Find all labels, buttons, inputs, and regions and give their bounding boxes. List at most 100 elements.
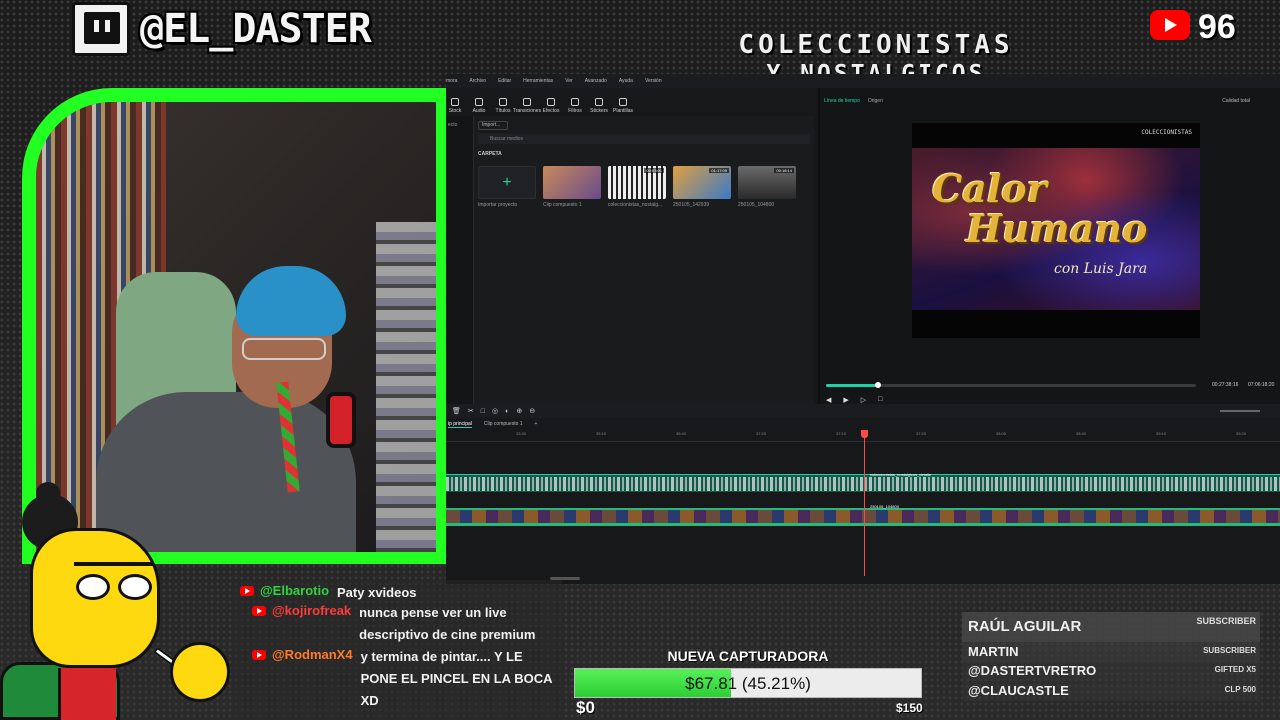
sidebar-item-project[interactable]: ecto: [446, 116, 473, 134]
video-clip-label: 250105_104800: [870, 504, 899, 509]
tab-effects[interactable]: Efectos: [542, 98, 560, 114]
tab-transitions[interactable]: Transiciones: [513, 98, 541, 114]
ruler-tick: 39:20: [1236, 431, 1247, 436]
media-caption: 250105_104800: [738, 202, 775, 208]
editor-menubar: mora Archivo Editar Herramientas Ver Ava…: [446, 74, 1280, 88]
tab-timeline-preview[interactable]: Línea de tiempo: [824, 98, 860, 104]
overlay-clip: [446, 477, 1280, 491]
youtube-logo-icon: [1150, 10, 1190, 40]
cut-icon[interactable]: ✂: [468, 407, 474, 415]
playback-scrubber[interactable]: [874, 382, 881, 388]
chat-panel: @Elbarotio Paty xvideos @kojirofreak nun…: [232, 580, 562, 720]
tab-titles[interactable]: Títulos: [494, 98, 512, 114]
media-search-input[interactable]: Buscar medios: [478, 134, 810, 144]
tab-filters[interactable]: Filtros: [566, 98, 584, 114]
goal-percent: (45.21%): [741, 674, 811, 693]
supporter-name: MARTIN: [968, 644, 1019, 659]
cartoon-shirt: [58, 668, 116, 720]
zoom-in-icon[interactable]: ⊕: [516, 407, 522, 415]
menu-help[interactable]: Ayuda: [619, 78, 633, 84]
preview-watermark: COLECCIONISTAS: [1141, 129, 1192, 136]
timeline-track-video[interactable]: [446, 508, 1280, 526]
youtube-viewer-count: 96: [1198, 8, 1236, 46]
menu-tools[interactable]: Herramientas: [523, 78, 553, 84]
tab-compound-clip[interactable]: Clip compuesto 1: [484, 421, 523, 427]
streamer-blue-hair: [236, 266, 346, 336]
supporter-tag: CLP 500: [1224, 685, 1256, 694]
brand-title-line-1: COLECCIONISTAS: [738, 30, 1014, 60]
goal-progress-bar: $67.81 (45.21%): [574, 668, 922, 698]
preview-title-line-2: Humano: [966, 206, 1148, 251]
cartoon-avatar: [0, 482, 240, 720]
media-shelf: [376, 222, 436, 552]
media-item[interactable]: 01:17:09 250105_142939: [673, 166, 731, 208]
media-thumbnail: 00:18:14: [738, 166, 796, 199]
youtube-icon: [252, 606, 266, 616]
media-duration: 00:18:14: [774, 168, 794, 173]
tab-stock[interactable]: Stock: [446, 98, 464, 114]
stock-icon: [451, 98, 459, 106]
crop-icon[interactable]: □: [481, 408, 485, 415]
import-project-tile[interactable]: + Importar proyecto: [478, 166, 536, 208]
goal-min: $0: [576, 698, 595, 717]
menu-edit[interactable]: Editar: [498, 78, 511, 84]
menu-version[interactable]: Versión: [645, 78, 662, 84]
quality-dropdown[interactable]: Calidad total: [1222, 98, 1250, 104]
overlay-clip-label: coleccionistas_nostalgicos_detalle: [870, 472, 932, 477]
media-item[interactable]: 00:03:01 coleccionistas_nostalg...: [608, 166, 666, 208]
youtube-icon: [252, 650, 266, 660]
stop-icon[interactable]: □: [878, 396, 882, 404]
supporter-tag: GIFTED X5: [1214, 665, 1256, 674]
transitions-icon: [523, 98, 531, 106]
menu-file[interactable]: Archivo: [469, 78, 486, 84]
chat-username: @RodmanX4: [272, 647, 353, 662]
tab-templates[interactable]: Plantillas: [613, 98, 633, 114]
timeline-playhead[interactable]: [861, 430, 868, 576]
timeline-track-overlay[interactable]: [446, 474, 1280, 492]
media-thumbnail: [543, 166, 601, 199]
supporter-tag: SUBSCRIBER: [1203, 646, 1256, 655]
ruler-tick: 37:20: [916, 431, 927, 436]
delete-icon[interactable]: 🗑: [452, 407, 461, 415]
chat-text: nunca pense ver un live descriptivo de c…: [359, 605, 536, 642]
timeline-zoom-slider[interactable]: [1220, 410, 1260, 412]
media-item[interactable]: 00:18:14 250105_104800: [738, 166, 796, 208]
youtube-icon: [240, 586, 254, 596]
supporter-row: MARTIN SUBSCRIBER: [962, 642, 1260, 662]
zoom-out-icon[interactable]: ⊖: [529, 407, 535, 415]
ruler-tick: 38:40: [1076, 431, 1087, 436]
import-button[interactable]: Import...: [478, 120, 508, 130]
color-icon[interactable]: ◐: [505, 408, 509, 415]
menu-app[interactable]: mora: [446, 78, 457, 84]
playback-progress[interactable]: [826, 382, 1196, 388]
glasses: [242, 338, 326, 360]
preview-tabs: Línea de tiempo Origen: [824, 98, 883, 104]
ruler-tick: 36:40: [676, 431, 687, 436]
speed-icon[interactable]: ◎: [492, 407, 498, 415]
play-icon[interactable]: ▶: [843, 396, 848, 404]
next-frame-icon[interactable]: ▷: [861, 396, 866, 404]
tab-stickers[interactable]: Stickers: [590, 98, 608, 114]
supporter-row: @DASTERTVRETRO GIFTED X5: [962, 661, 1260, 681]
add-tab-button[interactable]: +: [535, 421, 538, 427]
tab-audio-label: Audio: [472, 108, 486, 114]
tab-main-project[interactable]: ip principal: [448, 421, 472, 428]
tab-source-preview[interactable]: Origen: [868, 98, 883, 104]
tab-effects-label: Efectos: [542, 108, 560, 114]
chat-text: y termina de pintar.... Y LE PONE EL PIN…: [360, 649, 552, 708]
playback-controls: ◀ ▶ ▷ □: [826, 396, 882, 404]
menu-advanced[interactable]: Avanzado: [585, 78, 607, 84]
tab-transitions-label: Transiciones: [512, 108, 542, 114]
media-item[interactable]: Clip compuesto 1: [543, 166, 601, 208]
ruler-tick: 33:30: [516, 431, 527, 436]
goal-title: NUEVA CAPTURADORA: [667, 648, 829, 664]
cartoon-eye-right: [118, 574, 152, 600]
goal-amount-text: $67.81 (45.21%): [575, 669, 921, 697]
tab-audio[interactable]: Audio: [470, 98, 488, 114]
media-caption: coleccionistas_nostalg...: [608, 202, 663, 208]
preview-panel: Línea de tiempo Origen Calidad total COL…: [818, 88, 1280, 406]
menu-view[interactable]: Ver: [565, 78, 573, 84]
previous-frame-icon[interactable]: ◀: [826, 396, 831, 404]
chat-username: @Elbarotio: [260, 583, 330, 598]
tab-stickers-label: Stickers: [590, 108, 608, 114]
